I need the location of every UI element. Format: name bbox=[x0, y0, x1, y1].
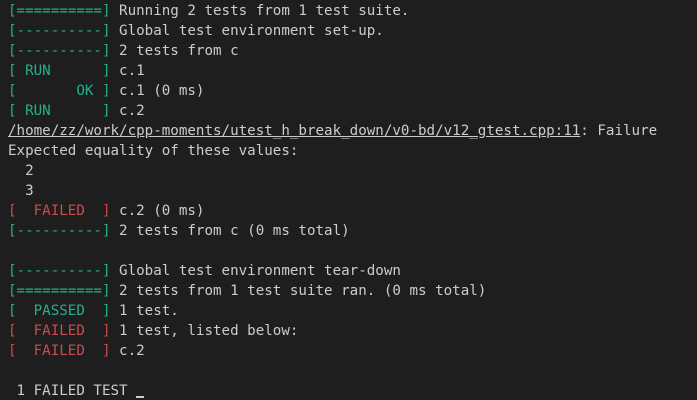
output-line-expected: Expected equality of these values: bbox=[8, 143, 299, 159]
status-tag: [ OK ] bbox=[8, 83, 111, 99]
line-text: 1 test. bbox=[110, 303, 179, 319]
output-line-value-1: 2 bbox=[8, 163, 34, 179]
text-cursor bbox=[136, 396, 145, 398]
line-text: 1 FAILED TEST bbox=[8, 383, 128, 399]
output-line-ok-c1: [ OK ] c.1 (0 ms) bbox=[8, 81, 697, 101]
status-tag: [ FAILED ] bbox=[8, 343, 111, 359]
line-text: Running 2 tests from 1 test suite. bbox=[110, 3, 410, 19]
status-tag: [----------] bbox=[8, 263, 111, 279]
source-file-link[interactable]: /home/zz/work/cpp-moments/utest_h_break_… bbox=[8, 123, 580, 139]
status-tag: [----------] bbox=[8, 23, 111, 39]
output-line-running: [==========] Running 2 tests from 1 test… bbox=[8, 1, 697, 21]
output-line-failed-c2: [ FAILED ] c.2 (0 ms) bbox=[8, 201, 697, 221]
terminal-window[interactable]: [==========] Running 2 tests from 1 test… bbox=[0, 0, 697, 400]
line-text: c.1 bbox=[110, 63, 145, 79]
line-text: c.2 bbox=[110, 343, 145, 359]
status-tag: [ FAILED ] bbox=[8, 323, 111, 339]
output-line-failed-test-total: 1 FAILED TEST bbox=[8, 381, 697, 400]
output-line-run-c1: [ RUN ] c.1 bbox=[8, 61, 697, 81]
output-line-failure-location: /home/zz/work/cpp-moments/utest_h_break_… bbox=[8, 121, 697, 141]
output-line-run-c2: [ RUN ] c.2 bbox=[8, 101, 697, 121]
output-line-summary: [==========] 2 tests from 1 test suite r… bbox=[8, 281, 697, 301]
output-line-failed-list: [ FAILED ] c.2 bbox=[8, 341, 697, 361]
status-tag: [ FAILED ] bbox=[8, 203, 111, 219]
status-tag: [----------] bbox=[8, 223, 111, 239]
status-tag: [ RUN ] bbox=[8, 63, 111, 79]
line-text: 2 tests from c (0 ms total) bbox=[110, 223, 350, 239]
line-text: Global test environment set-up. bbox=[110, 23, 384, 39]
output-line-failed-count: [ FAILED ] 1 test, listed below: bbox=[8, 321, 697, 341]
line-text: : Failure bbox=[580, 123, 658, 139]
output-line-value-2: 3 bbox=[8, 183, 34, 199]
output-line-env-setup: [----------] Global test environment set… bbox=[8, 21, 697, 41]
status-tag: [ RUN ] bbox=[8, 103, 111, 119]
line-text: c.1 (0 ms) bbox=[110, 83, 205, 99]
status-tag: [ PASSED ] bbox=[8, 303, 111, 319]
output-line-blank bbox=[8, 361, 697, 381]
line-text: c.2 (0 ms) bbox=[110, 203, 205, 219]
output-line-suite-start: [----------] 2 tests from c bbox=[8, 41, 697, 61]
output-line-suite-end: [----------] 2 tests from c (0 ms total) bbox=[8, 221, 697, 241]
output-line-env-teardown: [----------] Global test environment tea… bbox=[8, 261, 697, 281]
line-text: Global test environment tear-down bbox=[110, 263, 401, 279]
line-text: c.2 bbox=[110, 103, 145, 119]
status-tag: [==========] bbox=[8, 3, 111, 19]
line-text: 1 test, listed below: bbox=[110, 323, 299, 339]
line-text: 2 tests from 1 test suite ran. (0 ms tot… bbox=[110, 283, 487, 299]
line-text: 2 tests from c bbox=[110, 43, 239, 59]
output-line-passed: [ PASSED ] 1 test. bbox=[8, 301, 697, 321]
output-line-blank bbox=[8, 241, 697, 261]
status-tag: [----------] bbox=[8, 43, 111, 59]
status-tag: [==========] bbox=[8, 283, 111, 299]
